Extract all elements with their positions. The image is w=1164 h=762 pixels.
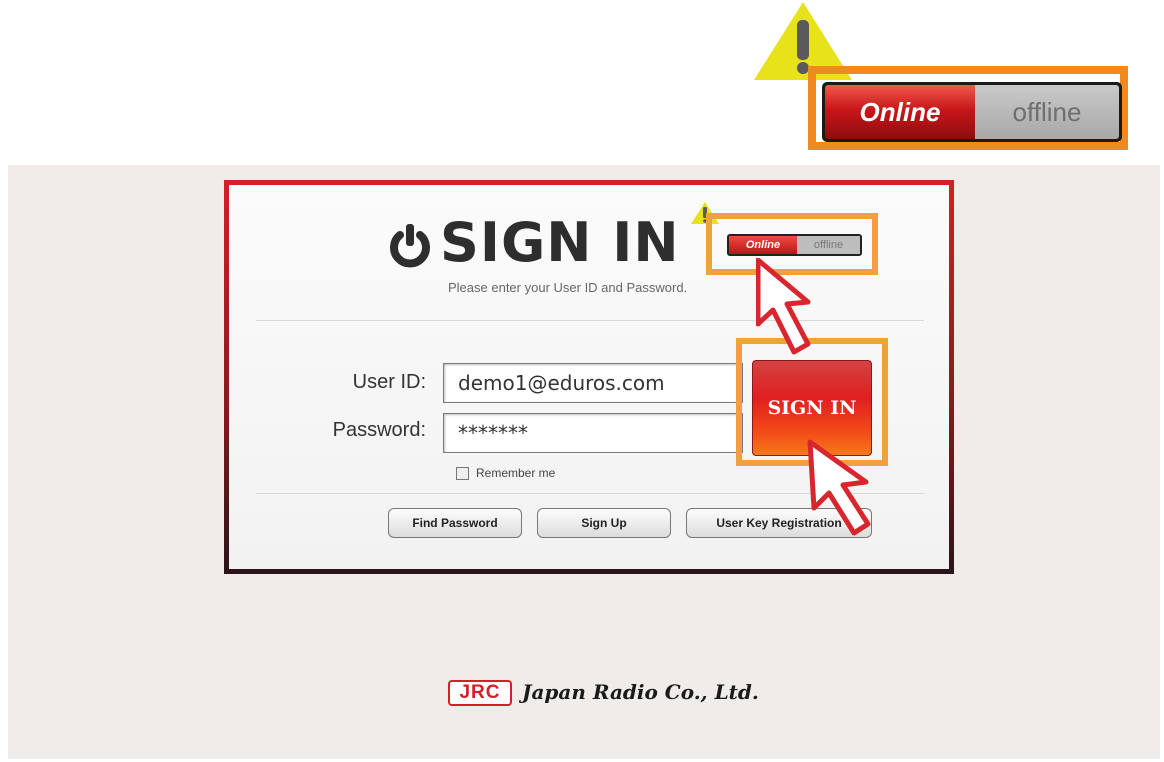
password-label: Password: [332,419,426,441]
checkbox-icon[interactable] [456,466,469,480]
page-title: SIGN IN [440,211,680,274]
online-option[interactable]: Online [729,236,797,254]
online-option[interactable]: Online [825,85,975,139]
cursor-arrow-icon [756,258,811,355]
remember-me[interactable]: Remember me [456,466,555,480]
offline-option[interactable]: offline [975,85,1119,139]
user-id-label: User ID: [352,371,426,393]
remember-me-label: Remember me [476,466,556,480]
power-icon [390,224,430,268]
page-subtitle: Please enter your User ID and Password. [448,280,688,295]
cursor-arrow-icon [807,439,871,536]
offline-option[interactable]: offline [797,236,860,254]
user-id-field[interactable] [443,363,743,403]
jrc-logo: JRC [448,680,512,706]
password-field[interactable] [443,413,743,453]
company-name: Japan Radio Co., Ltd. [522,680,759,704]
sign-up-button[interactable]: Sign Up [537,508,671,538]
online-offline-toggle-enlarged[interactable]: Online offline [822,82,1122,142]
online-offline-toggle[interactable]: Online offline [727,234,862,256]
find-password-button[interactable]: Find Password [388,508,522,538]
